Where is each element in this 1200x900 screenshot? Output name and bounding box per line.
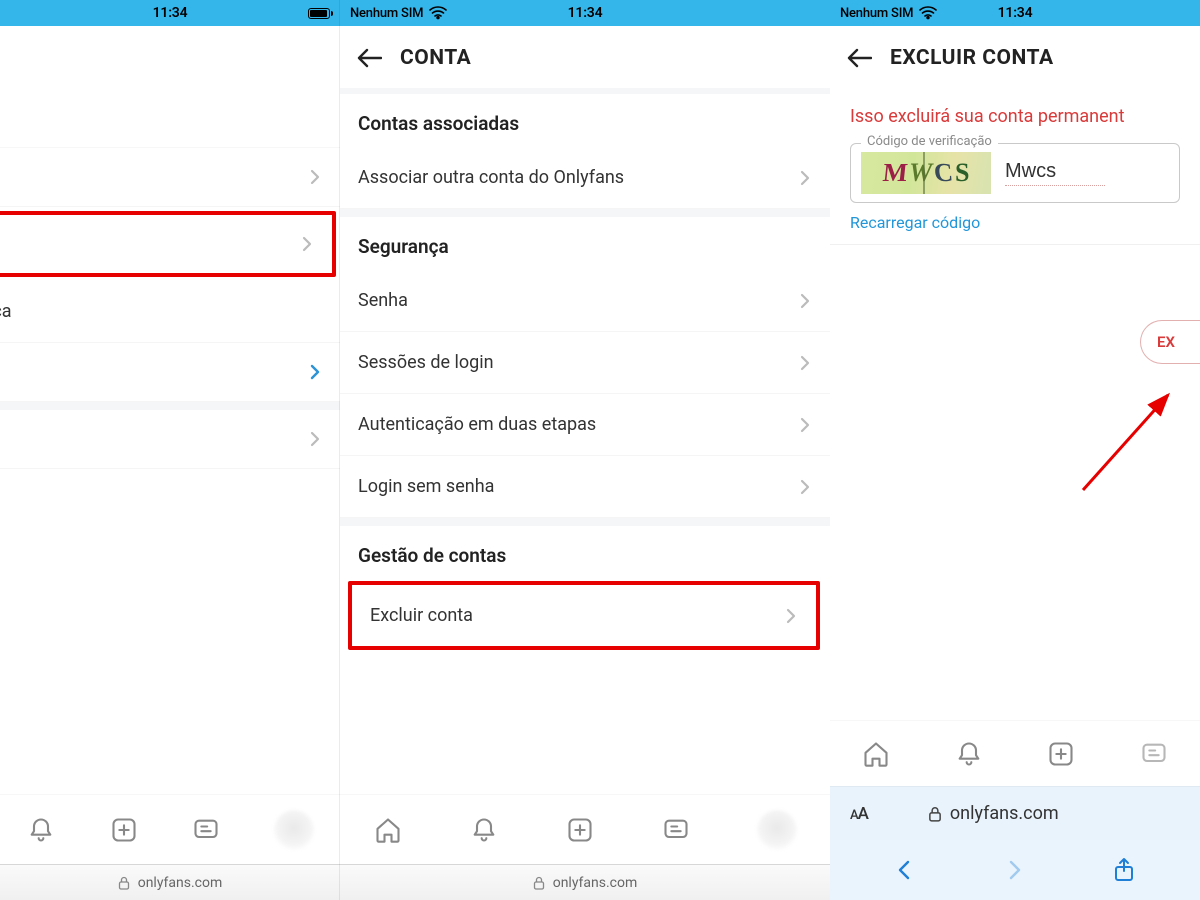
home-icon[interactable] (373, 815, 403, 845)
chevron-right-icon (308, 168, 322, 186)
text-size-control[interactable]: AA (850, 804, 868, 824)
row-password[interactable]: Senha (340, 270, 830, 332)
row-label: Sessões de login (358, 352, 798, 373)
captcha-glyph: M (881, 158, 909, 188)
page-title: EXCLUIR CONTA (890, 46, 1054, 70)
settings-row-account-highlighted[interactable] (0, 211, 336, 277)
page-title: CONTA (400, 46, 471, 70)
url-domain: onlyfans.com (553, 875, 638, 891)
bell-icon[interactable] (469, 815, 499, 845)
message-icon[interactable] (1139, 739, 1169, 769)
back-button[interactable] (846, 47, 872, 69)
divider (830, 244, 1200, 245)
row-label: Senha (358, 290, 798, 311)
lock-icon (533, 876, 545, 890)
chevron-right-icon (784, 607, 798, 625)
row-label: Autenticação em duas etapas (358, 414, 798, 435)
captcha-glyph: W (909, 158, 932, 188)
share-icon[interactable] (1112, 857, 1136, 883)
delete-button-label: EX (1157, 333, 1175, 351)
page-header: EXCLUIR CONTA (830, 26, 1200, 88)
status-time: 11:34 (998, 5, 1033, 21)
captcha-field-group: Código de verificação M W C S (850, 143, 1180, 203)
section-header-associated: Contas associadas (340, 94, 830, 147)
delete-warning-text: Isso excluirá sua conta permanent (830, 88, 1200, 137)
status-bar: 11:34 Nenhum SIM (830, 0, 1200, 26)
status-time: 11:34 (153, 5, 188, 21)
annotation-arrow-icon (1068, 380, 1188, 500)
carrier-text: Nenhum SIM (350, 6, 423, 21)
browser-forward-button[interactable] (1003, 859, 1025, 881)
aa-small: A (850, 808, 858, 823)
aa-big: A (858, 804, 868, 824)
row-label: segurança (0, 301, 322, 322)
bottom-nav (340, 794, 830, 864)
row-label: Excluir conta (370, 605, 784, 626)
chevron-right-icon (798, 478, 812, 496)
captcha-image: M W C S (861, 152, 991, 194)
status-time: 11:34 (568, 5, 603, 21)
section-header-account-mgmt: Gestão de contas (340, 518, 830, 579)
bottom-nav (0, 794, 340, 864)
lock-icon (118, 876, 130, 890)
page-header: CONTA (340, 26, 830, 88)
chevron-right-icon (798, 169, 812, 187)
row-two-factor[interactable]: Autenticação em duas etapas (340, 394, 830, 456)
url-domain: onlyfans.com (950, 803, 1059, 824)
url-domain: onlyfans.com (138, 875, 223, 891)
chevron-right-icon (798, 354, 812, 372)
avatar[interactable] (274, 810, 314, 850)
plus-icon[interactable] (565, 815, 595, 845)
row-login-sessions[interactable]: Sessões de login (340, 332, 830, 394)
captcha-glyph: C (933, 158, 955, 188)
row-label: Login sem senha (358, 476, 798, 497)
message-icon[interactable] (661, 815, 691, 845)
row-passwordless[interactable]: Login sem senha (340, 456, 830, 518)
wifi-icon (429, 6, 447, 20)
status-bar: 11:34 Nenhum SIM (340, 0, 830, 26)
home-icon[interactable] (861, 739, 891, 769)
captcha-input[interactable] (1005, 160, 1105, 186)
captcha-label: Código de verificação (861, 134, 998, 149)
plus-icon[interactable] (1046, 739, 1076, 769)
delete-account-button[interactable]: EX (1140, 320, 1200, 364)
browser-url-bar[interactable]: onlyfans.com (0, 864, 340, 900)
page-header: GURAÇÕES (0, 26, 340, 88)
row-associate-account[interactable]: Associar outra conta do Onlyfans (340, 147, 830, 209)
chevron-right-icon (308, 430, 322, 448)
bottom-nav (830, 720, 1200, 786)
plus-icon[interactable] (109, 815, 139, 845)
browser-back-button[interactable] (894, 859, 916, 881)
back-button[interactable] (356, 47, 382, 69)
reload-captcha-link[interactable]: Recarregar código (850, 213, 1180, 232)
avatar[interactable] (757, 810, 797, 850)
settings-row[interactable] (0, 343, 340, 402)
settings-row-security[interactable]: segurança (0, 281, 340, 343)
chevron-right-icon (308, 363, 322, 381)
lock-icon (928, 806, 942, 822)
chevron-right-icon (300, 235, 314, 253)
message-icon[interactable] (191, 815, 221, 845)
safari-url-bar[interactable]: AA onlyfans.com (830, 786, 1200, 840)
carrier-text: Nenhum SIM (840, 6, 913, 21)
settings-row[interactable] (0, 148, 340, 207)
wifi-icon (919, 6, 937, 20)
row-delete-account-highlighted[interactable]: Excluir conta (348, 581, 820, 650)
captcha-glyph: S (955, 158, 969, 188)
chevron-right-icon (798, 416, 812, 434)
battery-icon (308, 8, 330, 19)
chevron-right-icon (798, 292, 812, 310)
bell-icon[interactable] (954, 739, 984, 769)
browser-url-bar[interactable]: onlyfans.com (340, 864, 830, 900)
section-header-security: Segurança (340, 209, 830, 270)
safari-toolbar (830, 840, 1200, 900)
status-bar: 11:34 (0, 0, 340, 26)
settings-row[interactable] (0, 410, 340, 469)
bell-icon[interactable] (26, 815, 56, 845)
row-label: Associar outra conta do Onlyfans (358, 167, 798, 188)
